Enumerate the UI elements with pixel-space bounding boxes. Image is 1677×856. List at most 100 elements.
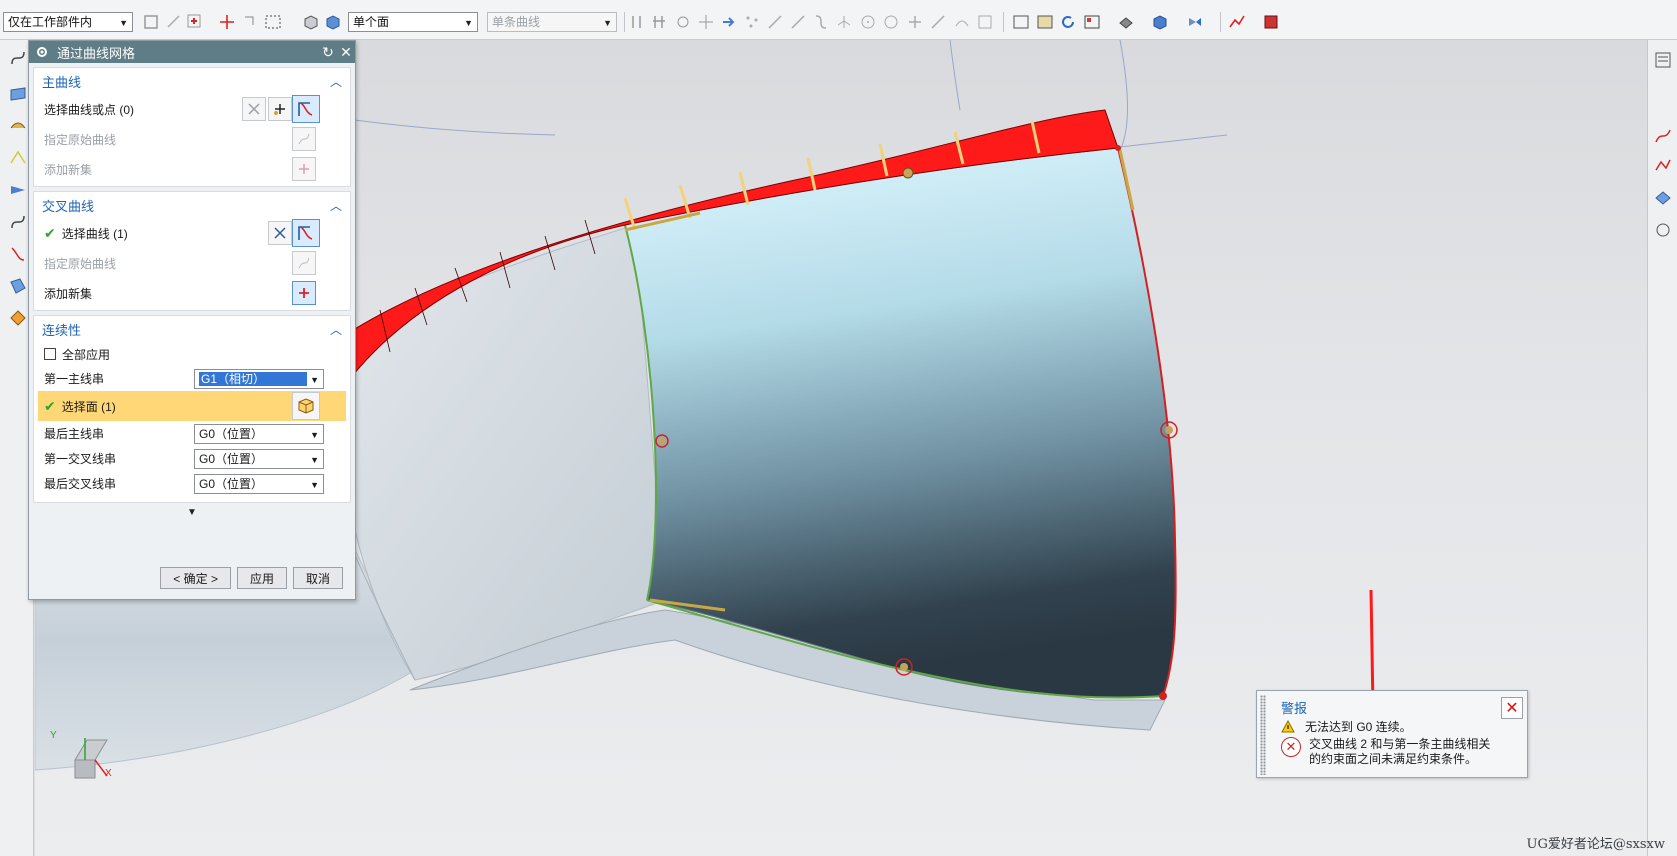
grid-icon[interactable]: [976, 13, 994, 31]
plus-icon[interactable]: [906, 13, 924, 31]
collapse-icon[interactable]: ︿: [330, 73, 342, 90]
extend-icon[interactable]: [8, 180, 28, 200]
curve-select-icon[interactable]: [292, 219, 320, 247]
view-orient-icon[interactable]: [1186, 13, 1204, 31]
collapse-icon[interactable]: ︿: [330, 321, 342, 338]
right-resource-bar: [1647, 40, 1677, 856]
section-icon[interactable]: [1262, 13, 1280, 31]
arrow-right-icon[interactable]: [720, 13, 738, 31]
add-set-icon[interactable]: [292, 281, 316, 305]
origin-curve-icon[interactable]: [292, 251, 316, 275]
line-icon[interactable]: [766, 13, 784, 31]
parallel-icon[interactable]: [628, 13, 646, 31]
specify-primary-label: 指定原始曲线: [44, 132, 117, 147]
point-icon[interactable]: [165, 13, 183, 31]
apply-all-row[interactable]: 全部应用: [34, 342, 350, 366]
ok-button[interactable]: < 确定 >: [160, 567, 231, 589]
swept-icon[interactable]: [8, 116, 28, 136]
cube-icon[interactable]: [324, 13, 342, 31]
chevron-down-icon: ▼: [310, 454, 319, 465]
add-cross-set-row[interactable]: 添加新集: [34, 278, 350, 308]
add-point-icon[interactable]: [186, 13, 204, 31]
deselect-icon[interactable]: [268, 221, 292, 245]
toolbar-divider: [1003, 12, 1004, 32]
line-2-icon[interactable]: [789, 13, 807, 31]
add-set-icon[interactable]: [292, 157, 316, 181]
apply-button[interactable]: 应用: [236, 567, 287, 589]
crosshair-icon[interactable]: [218, 13, 236, 31]
curve-history-icon[interactable]: [1653, 126, 1673, 146]
shaded-cube-icon[interactable]: [1151, 13, 1169, 31]
roles-icon[interactable]: [1653, 188, 1673, 208]
blend-icon[interactable]: [8, 308, 28, 328]
selection-filter-select[interactable]: 仅在工作部件内 ▼: [3, 12, 133, 32]
drag-handle[interactable]: [1260, 695, 1266, 775]
curve-rule-select[interactable]: 单条曲线 ▼: [487, 12, 617, 32]
reset-icon[interactable]: ↻: [319, 44, 337, 61]
select-face-row[interactable]: ✔ 选择面 (1): [38, 391, 346, 421]
add-primary-set-row[interactable]: 添加新集: [34, 154, 350, 184]
fit-view-icon[interactable]: [1012, 13, 1030, 31]
last-primary-value: G0（位置）: [199, 426, 264, 441]
deselect-icon[interactable]: [242, 97, 266, 121]
move-icon[interactable]: [697, 13, 715, 31]
first-primary-select[interactable]: G1（相切） ▼: [194, 368, 324, 389]
lasso-icon[interactable]: [242, 13, 260, 31]
snap-icon[interactable]: [142, 13, 160, 31]
origin-curve-icon[interactable]: [292, 127, 316, 151]
curve-select-icon[interactable]: [292, 95, 320, 123]
collapse-icon[interactable]: ︿: [330, 197, 342, 214]
apply-all-checkbox[interactable]: [44, 348, 56, 360]
scatter-icon[interactable]: [743, 13, 761, 31]
last-cross-select[interactable]: G0（位置） ▼: [194, 473, 324, 494]
face-point-icon[interactable]: [953, 13, 971, 31]
continuity-header[interactable]: 连续性 ︿: [34, 316, 350, 342]
solid-body-icon[interactable]: [302, 13, 320, 31]
slash-icon[interactable]: [929, 13, 947, 31]
close-icon[interactable]: ✕: [337, 44, 355, 61]
polyline-icon[interactable]: [1653, 156, 1673, 176]
curve-tool-icon[interactable]: [8, 48, 28, 68]
analysis-icon[interactable]: [1228, 13, 1246, 31]
first-cross-row: 第一交叉线串 G0（位置） ▼: [34, 446, 350, 471]
dialog-title-bar[interactable]: 通过曲线网格 ↻ ✕: [29, 41, 355, 63]
ruled-icon[interactable]: [8, 148, 28, 168]
last-cross-row: 最后交叉线串 G0（位置） ▼: [34, 471, 350, 496]
cancel-button[interactable]: 取消: [292, 567, 343, 589]
parallel-2-icon[interactable]: [650, 13, 668, 31]
last-primary-select[interactable]: G0（位置） ▼: [194, 423, 324, 444]
layout-icon[interactable]: [1083, 13, 1101, 31]
more-options-icon[interactable]: ▼: [29, 507, 355, 525]
first-cross-select[interactable]: G0（位置） ▼: [194, 448, 324, 469]
assembly-icon[interactable]: [674, 13, 692, 31]
continuity-title: 连续性: [42, 322, 82, 338]
sew-icon[interactable]: [8, 276, 28, 296]
curve-icon[interactable]: [812, 13, 830, 31]
normal-icon[interactable]: [835, 13, 853, 31]
add-point-icon[interactable]: [268, 97, 292, 121]
offset-icon[interactable]: [8, 244, 28, 264]
select-primary-row[interactable]: 选择曲线或点 (0): [34, 94, 350, 124]
first-cross-label: 第一交叉线串: [44, 452, 117, 466]
specify-cross-row[interactable]: 指定原始曲线: [34, 248, 350, 278]
mesh-surface-icon[interactable]: [8, 84, 28, 104]
last-primary-row: 最后主线串 G0（位置） ▼: [34, 421, 350, 446]
select-cross-row[interactable]: ✔ 选择曲线 (1): [34, 218, 350, 248]
face-rule-select[interactable]: 单个面 ▼: [348, 12, 478, 32]
gear-icon[interactable]: [35, 45, 49, 59]
close-icon[interactable]: ✕: [1501, 697, 1523, 719]
specify-primary-row[interactable]: 指定原始曲线: [34, 124, 350, 154]
face-select-icon[interactable]: [292, 392, 320, 420]
primary-curves-header[interactable]: 主曲线 ︿: [34, 68, 350, 94]
circle-center-icon[interactable]: [859, 13, 877, 31]
select-primary-label: 选择曲线或点 (0): [44, 102, 135, 117]
rotate-icon[interactable]: [1059, 13, 1077, 31]
render-style-icon[interactable]: [1117, 13, 1135, 31]
trim-icon[interactable]: [8, 212, 28, 232]
rectangle-select-icon[interactable]: [264, 13, 282, 31]
history-icon[interactable]: [1653, 220, 1673, 240]
circle-icon[interactable]: [882, 13, 900, 31]
part-navigator-icon[interactable]: [1653, 50, 1673, 70]
cross-curves-header[interactable]: 交叉曲线 ︿: [34, 192, 350, 218]
zoom-icon[interactable]: [1036, 13, 1054, 31]
